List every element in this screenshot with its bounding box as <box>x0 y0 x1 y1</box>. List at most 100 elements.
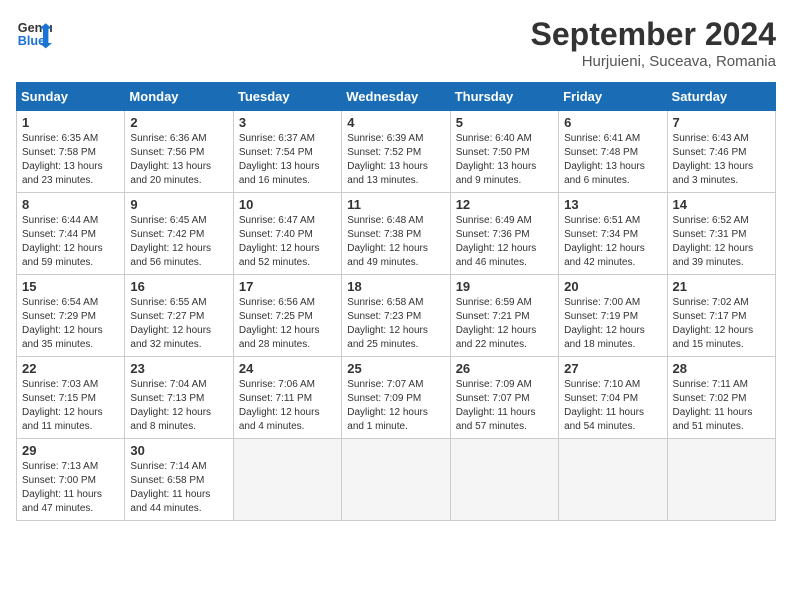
logo-icon: General Blue <box>16 16 52 52</box>
day-info: Sunrise: 6:43 AMSunset: 7:46 PMDaylight:… <box>673 132 770 188</box>
day-number: 19 <box>456 279 553 294</box>
day-number: 28 <box>673 361 770 376</box>
day-cell-7: 7 Sunrise: 6:43 AMSunset: 7:46 PMDaylight… <box>667 111 775 193</box>
calendar-title: September 2024 <box>531 16 776 53</box>
day-number: 12 <box>456 197 553 212</box>
calendar-row-5: 29 Sunrise: 7:13 AMSunset: 7:00 PMDayligh… <box>17 439 776 521</box>
day-number: 4 <box>347 115 444 130</box>
day-cell-25: 25Sunrise: 7:07 AMSunset: 7:09 PMDayligh… <box>342 357 450 439</box>
day-number: 8 <box>22 197 119 212</box>
day-info: Sunrise: 7:09 AMSunset: 7:07 PMDaylight:… <box>456 378 553 434</box>
day-cell-27: 27Sunrise: 7:10 AMSunset: 7:04 PMDayligh… <box>559 357 667 439</box>
day-number: 30 <box>130 443 227 458</box>
day-cell-21: 21 Sunrise: 7:02 AMSunset: 7:17 PMDayligh… <box>667 275 775 357</box>
day-cell-20: 20 Sunrise: 7:00 AMSunset: 7:19 PMDayligh… <box>559 275 667 357</box>
day-info: Sunrise: 6:37 AMSunset: 7:54 PMDaylight:… <box>239 132 336 188</box>
day-number: 21 <box>673 279 770 294</box>
day-cell-26: 26 Sunrise: 7:09 AMSunset: 7:07 PMDayligh… <box>450 357 558 439</box>
empty-cell <box>450 439 558 521</box>
day-cell-4: 4 Sunrise: 6:39 AMSunset: 7:52 PMDaylight… <box>342 111 450 193</box>
day-info: Sunrise: 6:58 AMSunset: 7:23 PMDaylight:… <box>347 296 444 352</box>
day-cell-13: 13 Sunrise: 6:51 AMSunset: 7:34 PMDayligh… <box>559 193 667 275</box>
calendar-subtitle: Hurjuieni, Suceava, Romania <box>531 53 776 70</box>
day-cell-8: 8Sunrise: 6:44 AMSunset: 7:44 PMDaylight… <box>17 193 125 275</box>
day-cell-14: 14 Sunrise: 6:52 AMSunset: 7:31 PMDayligh… <box>667 193 775 275</box>
calendar-row-2: 8Sunrise: 6:44 AMSunset: 7:44 PMDaylight… <box>17 193 776 275</box>
header-saturday: Saturday <box>667 83 775 111</box>
day-info: Sunrise: 7:00 AMSunset: 7:19 PMDaylight:… <box>564 296 661 352</box>
weekday-header-row: Sunday Monday Tuesday Wednesday Thursday… <box>17 83 776 111</box>
day-info: Sunrise: 6:49 AMSunset: 7:36 PMDaylight:… <box>456 214 553 270</box>
day-info: Sunrise: 7:10 AMSunset: 7:04 PMDaylight:… <box>564 378 661 434</box>
day-number: 5 <box>456 115 553 130</box>
day-info: Sunrise: 6:36 AMSunset: 7:56 PMDaylight:… <box>130 132 227 188</box>
day-number: 24 <box>239 361 336 376</box>
day-number: 14 <box>673 197 770 212</box>
day-number: 23 <box>130 361 227 376</box>
day-info: Sunrise: 6:48 AMSunset: 7:38 PMDaylight:… <box>347 214 444 270</box>
day-info: Sunrise: 6:40 AMSunset: 7:50 PMDaylight:… <box>456 132 553 188</box>
empty-cell <box>559 439 667 521</box>
header-friday: Friday <box>559 83 667 111</box>
day-info: Sunrise: 7:07 AMSunset: 7:09 PMDaylight:… <box>347 378 444 434</box>
calendar-row-4: 22Sunrise: 7:03 AMSunset: 7:15 PMDayligh… <box>17 357 776 439</box>
header-wednesday: Wednesday <box>342 83 450 111</box>
day-info: Sunrise: 6:39 AMSunset: 7:52 PMDaylight:… <box>347 132 444 188</box>
day-number: 15 <box>22 279 119 294</box>
day-number: 18 <box>347 279 444 294</box>
day-cell-12: 12 Sunrise: 6:49 AMSunset: 7:36 PMDayligh… <box>450 193 558 275</box>
day-cell-23: 23 Sunrise: 7:04 AMSunset: 7:13 PMDayligh… <box>125 357 233 439</box>
day-cell-15: 15 Sunrise: 6:54 AMSunset: 7:29 PMDayligh… <box>17 275 125 357</box>
day-number: 20 <box>564 279 661 294</box>
day-info: Sunrise: 6:54 AMSunset: 7:29 PMDaylight:… <box>22 296 119 352</box>
day-info: Sunrise: 6:55 AMSunset: 7:27 PMDaylight:… <box>130 296 227 352</box>
day-number: 13 <box>564 197 661 212</box>
day-cell-22: 22Sunrise: 7:03 AMSunset: 7:15 PMDayligh… <box>17 357 125 439</box>
day-info: Sunrise: 7:13 AMSunset: 7:00 PMDaylight:… <box>22 460 119 516</box>
day-cell-18: 18 Sunrise: 6:58 AMSunset: 7:23 PMDayligh… <box>342 275 450 357</box>
day-cell-6: 6 Sunrise: 6:41 AMSunset: 7:48 PMDaylight… <box>559 111 667 193</box>
svg-text:Blue: Blue <box>18 34 45 48</box>
day-info: Sunrise: 7:02 AMSunset: 7:17 PMDaylight:… <box>673 296 770 352</box>
day-cell-28: 28 Sunrise: 7:11 AMSunset: 7:02 PMDayligh… <box>667 357 775 439</box>
day-number: 2 <box>130 115 227 130</box>
day-cell-9: 9 Sunrise: 6:45 AMSunset: 7:42 PMDaylight… <box>125 193 233 275</box>
day-number: 17 <box>239 279 336 294</box>
calendar-table: Sunday Monday Tuesday Wednesday Thursday… <box>16 82 776 521</box>
day-number: 9 <box>130 197 227 212</box>
day-cell-10: 10Sunrise: 6:47 AMSunset: 7:40 PMDayligh… <box>233 193 341 275</box>
day-info: Sunrise: 7:14 AMSunset: 6:58 PMDaylight:… <box>130 460 227 516</box>
day-info: Sunrise: 6:45 AMSunset: 7:42 PMDaylight:… <box>130 214 227 270</box>
header: General Blue September 2024 Hurjuieni, S… <box>16 16 776 70</box>
day-info: Sunrise: 6:41 AMSunset: 7:48 PMDaylight:… <box>564 132 661 188</box>
day-number: 26 <box>456 361 553 376</box>
day-number: 6 <box>564 115 661 130</box>
day-cell-19: 19 Sunrise: 6:59 AMSunset: 7:21 PMDayligh… <box>450 275 558 357</box>
day-number: 10 <box>239 197 336 212</box>
day-info: Sunrise: 6:59 AMSunset: 7:21 PMDaylight:… <box>456 296 553 352</box>
day-number: 16 <box>130 279 227 294</box>
day-info: Sunrise: 6:52 AMSunset: 7:31 PMDaylight:… <box>673 214 770 270</box>
day-cell-1: 1Sunrise: 6:35 AMSunset: 7:58 PMDaylight… <box>17 111 125 193</box>
calendar-row-1: 1Sunrise: 6:35 AMSunset: 7:58 PMDaylight… <box>17 111 776 193</box>
day-info: Sunrise: 6:35 AMSunset: 7:58 PMDaylight:… <box>22 132 119 188</box>
empty-cell <box>233 439 341 521</box>
day-number: 7 <box>673 115 770 130</box>
day-cell-24: 24Sunrise: 7:06 AMSunset: 7:11 PMDayligh… <box>233 357 341 439</box>
day-number: 29 <box>22 443 119 458</box>
day-number: 3 <box>239 115 336 130</box>
header-monday: Monday <box>125 83 233 111</box>
day-cell-3: 3 Sunrise: 6:37 AMSunset: 7:54 PMDaylight… <box>233 111 341 193</box>
day-number: 11 <box>347 197 444 212</box>
day-cell-29: 29 Sunrise: 7:13 AMSunset: 7:00 PMDayligh… <box>17 439 125 521</box>
logo: General Blue <box>16 16 52 52</box>
day-cell-30: 30 Sunrise: 7:14 AMSunset: 6:58 PMDayligh… <box>125 439 233 521</box>
day-cell-2: 2 Sunrise: 6:36 AMSunset: 7:56 PMDaylight… <box>125 111 233 193</box>
title-area: September 2024 Hurjuieni, Suceava, Roman… <box>531 16 776 70</box>
day-info: Sunrise: 7:11 AMSunset: 7:02 PMDaylight:… <box>673 378 770 434</box>
day-info: Sunrise: 6:56 AMSunset: 7:25 PMDaylight:… <box>239 296 336 352</box>
day-number: 22 <box>22 361 119 376</box>
day-info: Sunrise: 6:51 AMSunset: 7:34 PMDaylight:… <box>564 214 661 270</box>
day-info: Sunrise: 7:04 AMSunset: 7:13 PMDaylight:… <box>130 378 227 434</box>
header-sunday: Sunday <box>17 83 125 111</box>
